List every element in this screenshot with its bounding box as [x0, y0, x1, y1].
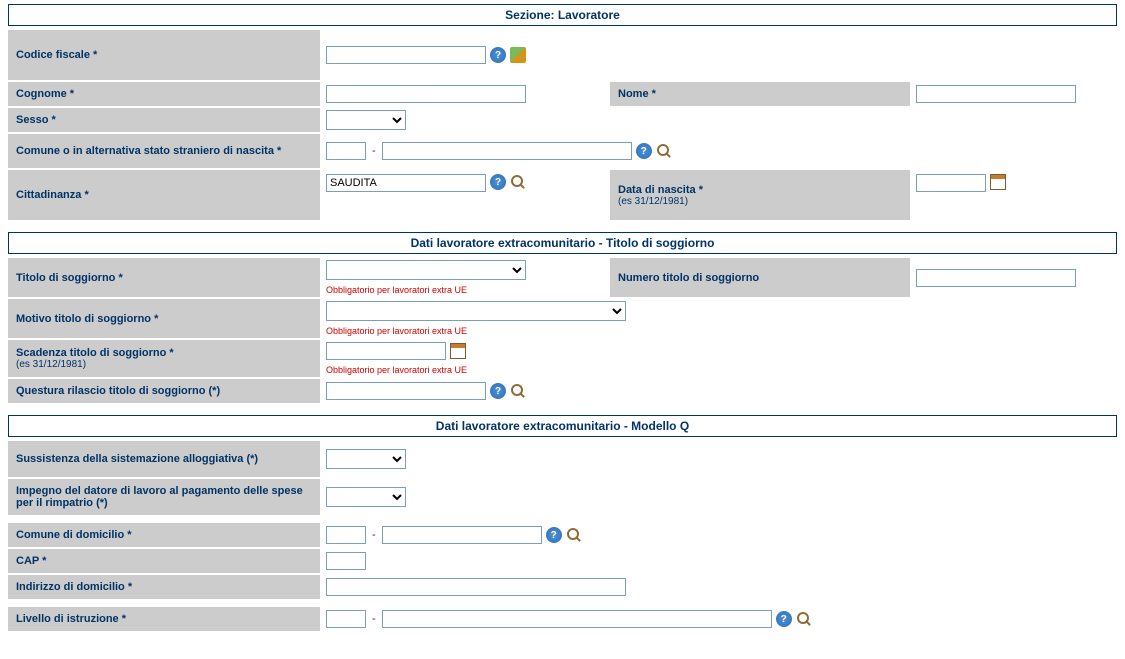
label-cognome: Cognome *: [8, 82, 320, 106]
numero-titolo-input[interactable]: [916, 269, 1076, 287]
help-icon[interactable]: ?: [636, 143, 652, 159]
label-sussistenza: Sussistenza della sistemazione alloggiat…: [8, 441, 320, 477]
help-icon[interactable]: ?: [490, 174, 506, 190]
comune-nascita-desc-input[interactable]: [382, 142, 632, 160]
separator: -: [372, 529, 376, 541]
section-header-lavoratore: Sezione: Lavoratore: [8, 4, 1117, 26]
motivo-titolo-select[interactable]: [326, 301, 626, 321]
indirizzo-dom-input[interactable]: [326, 578, 626, 596]
livello-code-input[interactable]: [326, 610, 366, 628]
label-comune-nascita: Comune o in alternativa stato straniero …: [8, 134, 320, 168]
label-comune-domicilio: Comune di domicilio *: [8, 523, 320, 547]
nome-input[interactable]: [916, 85, 1076, 103]
label-motivo-titolo: Motivo titolo di soggiorno *: [8, 299, 320, 338]
label-impegno: Impegno del datore di lavoro al pagament…: [8, 479, 320, 515]
scadenza-titolo-input[interactable]: [326, 342, 446, 360]
label-data-nascita: Data di nascita * (es 31/12/1981): [610, 170, 910, 220]
impegno-select[interactable]: [326, 487, 406, 507]
data-nascita-example: (es 31/12/1981): [618, 196, 902, 207]
sesso-select[interactable]: [326, 110, 406, 130]
data-nascita-input[interactable]: [916, 174, 986, 192]
calendar-icon[interactable]: [990, 174, 1006, 190]
label-indirizzo-domicilio: Indirizzo di domicilio *: [8, 575, 320, 599]
separator: -: [372, 613, 376, 625]
comune-nascita-code-input[interactable]: [326, 142, 366, 160]
livello-desc-input[interactable]: [382, 610, 772, 628]
separator: -: [372, 145, 376, 157]
comune-dom-desc-input[interactable]: [382, 526, 542, 544]
help-icon[interactable]: ?: [490, 47, 506, 63]
data-nascita-text: Data di nascita *: [618, 184, 902, 196]
search-icon[interactable]: [566, 527, 582, 543]
titolo-soggiorno-select[interactable]: [326, 260, 526, 280]
search-icon[interactable]: [796, 611, 812, 627]
hint-extra-ue: Obbligatorio per lavoratori extra UE: [326, 285, 604, 295]
codice-fiscale-input[interactable]: [326, 46, 486, 64]
section-header-modello-q: Dati lavoratore extracomunitario - Model…: [8, 415, 1117, 437]
help-icon[interactable]: ?: [776, 611, 792, 627]
cittadinanza-input[interactable]: [326, 174, 486, 192]
label-cittadinanza: Cittadinanza *: [8, 170, 320, 220]
search-icon[interactable]: [510, 174, 526, 190]
questura-input[interactable]: [326, 382, 486, 400]
calendar-icon[interactable]: [450, 343, 466, 359]
label-sesso: Sesso *: [8, 108, 320, 132]
hint-extra-ue: Obbligatorio per lavoratori extra UE: [326, 365, 1111, 375]
label-codice-fiscale: Codice fiscale *: [8, 30, 320, 80]
search-icon[interactable]: [656, 143, 672, 159]
edit-icon[interactable]: [510, 47, 526, 63]
label-cap: CAP *: [8, 549, 320, 573]
help-icon[interactable]: ?: [546, 527, 562, 543]
label-nome: Nome *: [610, 82, 910, 106]
sussistenza-select[interactable]: [326, 449, 406, 469]
label-numero-titolo: Numero titolo di soggiorno: [610, 258, 910, 297]
label-questura: Questura rilascio titolo di soggiorno (*…: [8, 379, 320, 403]
hint-extra-ue: Obbligatorio per lavoratori extra UE: [326, 326, 1111, 336]
section-header-titolo-soggiorno: Dati lavoratore extracomunitario - Titol…: [8, 232, 1117, 254]
help-icon[interactable]: ?: [490, 383, 506, 399]
search-icon[interactable]: [510, 383, 526, 399]
cap-input[interactable]: [326, 552, 366, 570]
comune-dom-code-input[interactable]: [326, 526, 366, 544]
label-scadenza-titolo: Scadenza titolo di soggiorno * (es 31/12…: [8, 340, 320, 377]
cognome-input[interactable]: [326, 85, 526, 103]
label-livello-istruzione: Livello di istruzione *: [8, 607, 320, 631]
label-titolo-soggiorno: Titolo di soggiorno *: [8, 258, 320, 297]
scadenza-example: (es 31/12/1981): [16, 359, 86, 370]
scadenza-text: Scadenza titolo di soggiorno *: [16, 347, 174, 359]
